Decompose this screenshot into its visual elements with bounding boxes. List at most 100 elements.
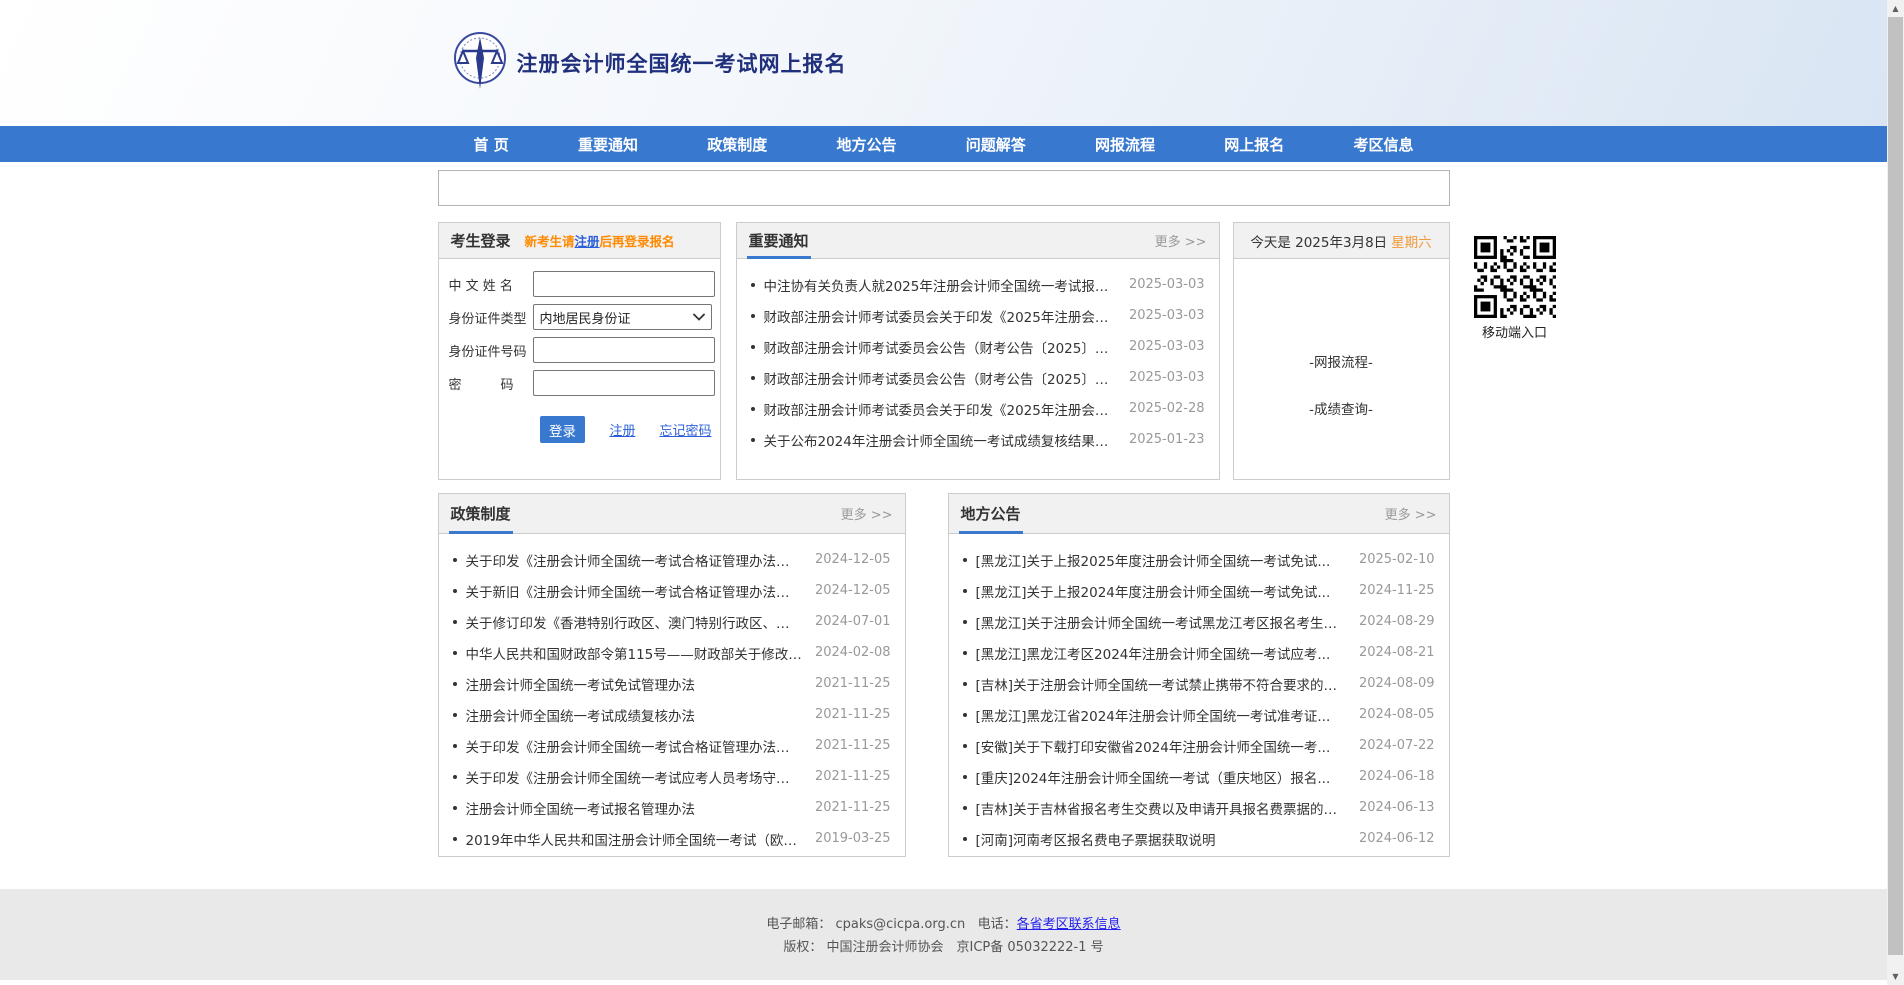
bullet-icon	[453, 558, 457, 562]
policy-link[interactable]: 关于修订印发《香港特别行政区、澳门特别行政区、台湾地区居...	[466, 612, 803, 632]
id-number-input[interactable]	[533, 337, 715, 363]
bullet-icon	[963, 744, 967, 748]
local-date: 2024-08-09	[1359, 676, 1435, 691]
page-title: 注册会计师全国统一考试网上报名	[517, 48, 847, 78]
exam-flow-link[interactable]: -网报流程-	[1234, 351, 1449, 371]
nav-item[interactable]: 地方公告	[836, 134, 896, 155]
policy-link[interactable]: 注册会计师全国统一考试成绩复核办法	[466, 705, 803, 725]
login-title: 考生登录	[451, 230, 511, 251]
nav-item[interactable]: 考区信息	[1353, 134, 1413, 155]
bullet-icon	[751, 376, 755, 380]
local-link[interactable]: [吉林]关于吉林省报名考生交费以及申请开具报名费票据的通...	[976, 798, 1347, 818]
bullet-icon	[751, 438, 755, 442]
local-link[interactable]: [安徽]关于下载打印安徽省2024年注册会计师全国统一考...	[976, 736, 1347, 756]
policy-list-item: 中华人民共和国财政部令第115号——财政部关于修改《... 2024-02-08	[453, 637, 891, 668]
policy-link[interactable]: 注册会计师全国统一考试报名管理办法	[466, 798, 803, 818]
bullet-icon	[453, 744, 457, 748]
scroll-up-arrow[interactable]: ▲	[1887, 0, 1904, 17]
forgot-password-link[interactable]: 忘记密码	[659, 420, 711, 439]
site-header: 注册会计师全国统一考试网上报名	[0, 0, 1887, 126]
policy-list-item: 2019年中华人民共和国注册会计师全国统一考试（欧洲考区... 2019-03-…	[453, 823, 891, 854]
policy-date: 2021-11-25	[815, 676, 891, 691]
policy-link[interactable]: 关于印发《注册会计师全国统一考试应考人员考场守则》的通知	[466, 767, 803, 787]
local-date: 2024-06-13	[1359, 800, 1435, 815]
policy-list-item: 注册会计师全国统一考试免试管理办法 2021-11-25	[453, 668, 891, 699]
notice-link[interactable]: 财政部注册会计师考试委员会关于印发《2025年注册会计师...	[764, 306, 1117, 326]
policy-list-item: 关于印发《注册会计师全国统一考试应考人员考场守则》的通知 2021-11-25	[453, 761, 891, 792]
cicpa-logo-icon	[453, 31, 507, 95]
footer-copyright-line: 版权： 中国注册会计师协会 京ICP备 05032222-1 号	[0, 936, 1887, 959]
notice-link[interactable]: 财政部注册会计师考试委员会公告（财考公告〔2025〕1号...	[764, 337, 1117, 357]
local-list-item: [安徽]关于下载打印安徽省2024年注册会计师全国统一考... 2024-07-…	[963, 730, 1435, 761]
register-inline-link[interactable]: 注册	[575, 234, 600, 249]
policy-list-item: 关于印发《注册会计师全国统一考试合格证管理办法》的通知 2021-11-25	[453, 730, 891, 761]
nav-item[interactable]: 网上报名	[1224, 134, 1284, 155]
notice-link[interactable]: 中注协有关负责人就2025年注册会计师全国统一考试报名相...	[764, 275, 1117, 295]
notice-link[interactable]: 财政部注册会计师考试委员会关于印发《2025年注册会计师...	[764, 399, 1117, 419]
policy-link[interactable]: 中华人民共和国财政部令第115号——财政部关于修改《...	[466, 643, 803, 663]
scrollbar-thumb[interactable]	[1888, 17, 1903, 955]
policy-link[interactable]: 2019年中华人民共和国注册会计师全国统一考试（欧洲考区...	[466, 829, 803, 849]
local-date: 2024-06-12	[1359, 831, 1435, 846]
nav-item[interactable]: 问题解答	[966, 134, 1026, 155]
notice-date: 2025-02-28	[1129, 401, 1205, 416]
notice-date: 2025-03-03	[1129, 308, 1205, 323]
id-type-label: 身份证件类型	[447, 308, 533, 327]
score-query-link[interactable]: -成绩查询-	[1234, 398, 1449, 418]
password-input[interactable]	[533, 370, 715, 396]
policy-date: 2021-11-25	[815, 800, 891, 815]
local-link[interactable]: [吉林]关于注册会计师全国统一考试禁止携带不符合要求的计...	[976, 674, 1347, 694]
local-link[interactable]: [黑龙江]黑龙江省2024年注册会计师全国统一考试准考证...	[976, 705, 1347, 725]
local-list-item: [黑龙江]关于上报2025年度注册会计师全国统一考试免试... 2025-02-…	[963, 544, 1435, 575]
local-link[interactable]: [黑龙江]黑龙江考区2024年注册会计师全国统一考试应考...	[976, 643, 1347, 663]
local-date: 2024-11-25	[1359, 583, 1435, 598]
id-number-label: 身份证件号码	[447, 341, 533, 360]
nav-item[interactable]: 重要通知	[578, 134, 638, 155]
policy-link[interactable]: 注册会计师全国统一考试免试管理办法	[466, 674, 803, 694]
local-link[interactable]: [河南]河南考区报名费电子票据获取说明	[976, 829, 1347, 849]
bullet-icon	[963, 558, 967, 562]
local-link[interactable]: [黑龙江]关于上报2025年度注册会计师全国统一考试免试...	[976, 550, 1347, 570]
login-button[interactable]: 登录	[540, 416, 586, 443]
bullet-icon	[963, 589, 967, 593]
bullet-icon	[751, 345, 755, 349]
local-link[interactable]: [黑龙江]关于上报2024年度注册会计师全国统一考试免试...	[976, 581, 1347, 601]
site-footer: 电子邮箱： cpaks@cicpa.org.cn 电话：各省考区联系信息 版权：…	[0, 889, 1887, 980]
qr-code	[1474, 236, 1556, 318]
name-input[interactable]	[533, 271, 715, 297]
policy-date: 2024-02-08	[815, 645, 891, 660]
bullet-icon	[453, 682, 457, 686]
policy-date: 2021-11-25	[815, 738, 891, 753]
bullet-icon	[963, 713, 967, 717]
password-label: 密 码	[447, 374, 533, 393]
policy-link[interactable]: 关于新旧《注册会计师全国统一考试合格证管理办法》有关衔接...	[466, 581, 803, 601]
register-link[interactable]: 注册	[609, 420, 635, 439]
policy-link[interactable]: 关于印发《注册会计师全国统一考试合格证管理办法》的通知	[466, 550, 803, 570]
local-list-item: [河南]河南考区报名费电子票据获取说明 2024-06-12	[963, 823, 1435, 854]
nav-item[interactable]: 政策制度	[707, 134, 767, 155]
notice-date: 2025-01-23	[1129, 432, 1205, 447]
policy-list-item: 注册会计师全国统一考试成绩复核办法 2021-11-25	[453, 699, 891, 730]
policy-link[interactable]: 关于印发《注册会计师全国统一考试合格证管理办法》的通知	[466, 736, 803, 756]
bullet-icon	[963, 775, 967, 779]
scroll-down-arrow[interactable]: ▼	[1887, 968, 1904, 985]
bullet-icon	[453, 713, 457, 717]
bullet-icon	[963, 651, 967, 655]
notice-link[interactable]: 财政部注册会计师考试委员会公告（财考公告〔2025〕2号...	[764, 368, 1117, 388]
local-link[interactable]: [重庆]2024年注册会计师全国统一考试（重庆地区）报名...	[976, 767, 1347, 787]
bullet-icon	[963, 620, 967, 624]
bullet-icon	[453, 806, 457, 810]
id-type-select[interactable]: 内地居民身份证	[533, 304, 712, 330]
notices-more-link[interactable]: 更多 >>	[1155, 231, 1207, 250]
local-list-item: [黑龙江]关于上报2024年度注册会计师全国统一考试免试... 2024-11-…	[963, 575, 1435, 606]
policy-title: 政策制度	[451, 503, 511, 524]
contact-info-link[interactable]: 各省考区联系信息	[1017, 917, 1121, 932]
nav-item[interactable]: 网报流程	[1095, 134, 1155, 155]
local-more-link[interactable]: 更多 >>	[1385, 504, 1437, 523]
nav-item[interactable]: 首 页	[474, 134, 509, 155]
local-link[interactable]: [黑龙江]关于注册会计师全国统一考试黑龙江考区报名考生申...	[976, 612, 1347, 632]
notice-link[interactable]: 关于公布2024年注册会计师全国统一考试成绩复核结果的公...	[764, 430, 1117, 450]
footer-contact-line: 电子邮箱： cpaks@cicpa.org.cn 电话：各省考区联系信息	[0, 913, 1887, 936]
main-nav: 首 页 重要通知 政策制度 地方公告 问题解答 网报流程 网上报名 考区信息	[0, 126, 1887, 162]
policy-more-link[interactable]: 更多 >>	[841, 504, 893, 523]
